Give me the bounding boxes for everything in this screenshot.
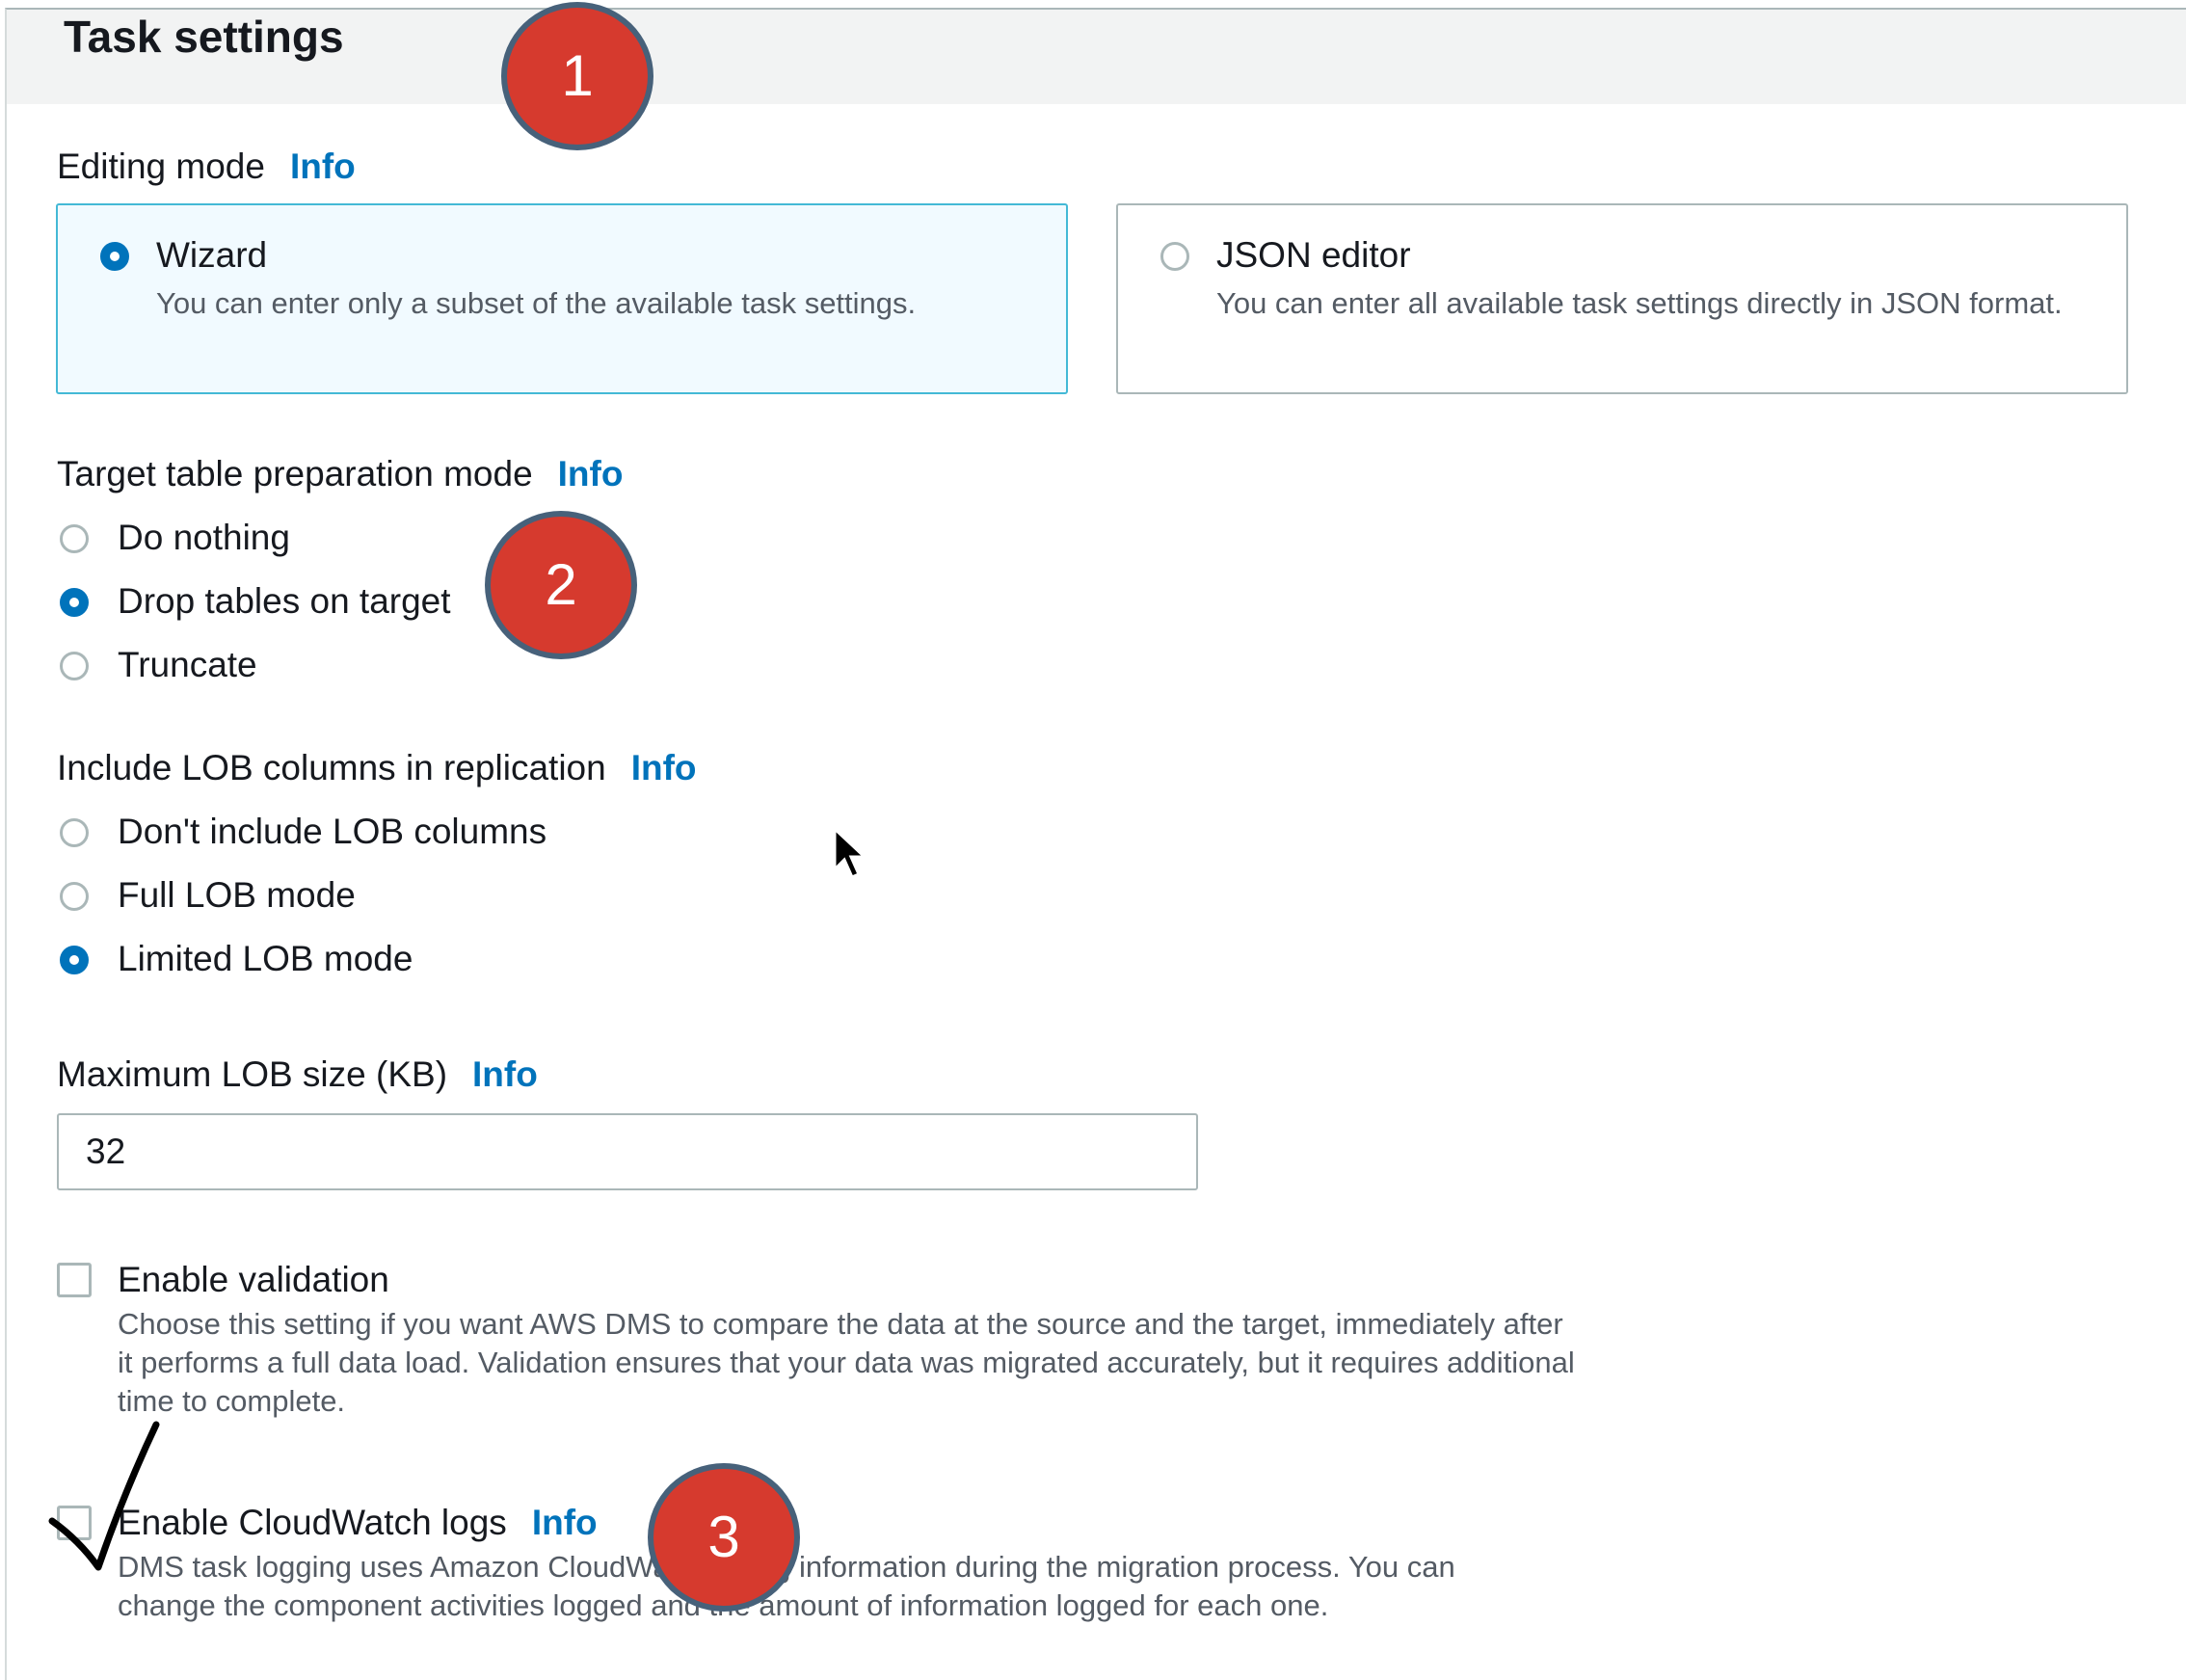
annotation-overlay [48,825,868,1571]
handdrawn-checkmark-icon [48,1421,160,1571]
mouse-cursor-icon [833,825,868,879]
